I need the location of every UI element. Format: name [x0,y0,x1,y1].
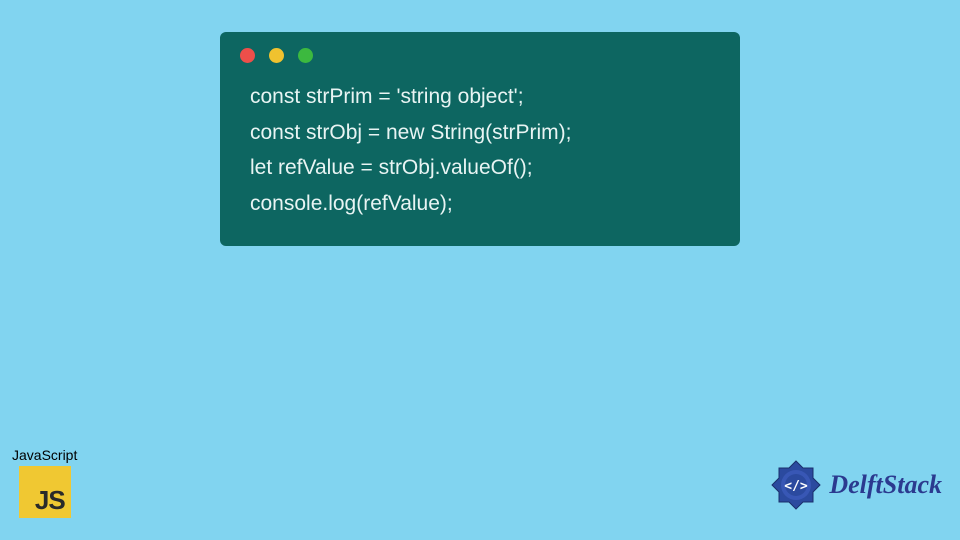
code-line: let refValue = strObj.valueOf(); [250,150,710,186]
javascript-logo-text: JS [35,485,65,516]
brand-logo: </> DelftStack [769,458,942,512]
code-line: const strPrim = 'string object'; [250,79,710,115]
window-controls [220,32,740,73]
code-window: const strPrim = 'string object'; const s… [220,32,740,246]
brand-text: DelftStack [829,470,942,500]
code-line: const strObj = new String(strPrim); [250,115,710,151]
javascript-badge: JavaScript JS [12,447,77,518]
maximize-icon [298,48,313,63]
brand-icon: </> [769,458,823,512]
minimize-icon [269,48,284,63]
code-block: const strPrim = 'string object'; const s… [220,73,740,222]
javascript-label: JavaScript [12,447,77,463]
javascript-logo-icon: JS [19,466,71,518]
code-line: console.log(refValue); [250,186,710,222]
close-icon [240,48,255,63]
svg-text:</>: </> [785,479,809,494]
